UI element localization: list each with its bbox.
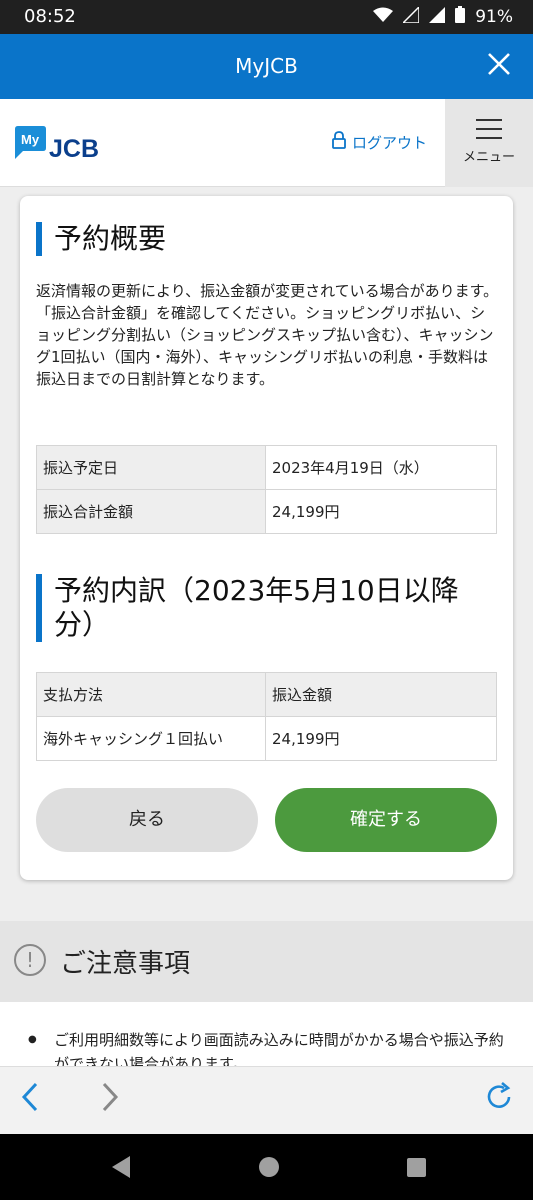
logo-my-text: My xyxy=(21,132,40,147)
payment-method-cell: 海外キャッシング１回払い xyxy=(36,716,266,761)
nav-recents-icon[interactable] xyxy=(407,1158,426,1177)
notice-header[interactable]: ! ご注意事項 xyxy=(0,921,533,1002)
system-nav-bar xyxy=(0,1134,533,1200)
table-row: 海外キャッシング１回払い 24,199円 xyxy=(36,716,497,761)
summary-heading: 予約概要 xyxy=(36,222,166,256)
status-icons: 91% xyxy=(373,4,513,28)
transfer-total-value: 24,199円 xyxy=(265,489,497,534)
transfer-date-label: 振込予定日 xyxy=(36,445,266,490)
close-icon[interactable] xyxy=(487,48,511,82)
status-time: 08:52 xyxy=(24,6,76,27)
breakdown-heading: 予約内訳（2023年5月10日以降分） xyxy=(36,574,476,642)
transfer-total-label: 振込合計金額 xyxy=(36,489,266,534)
summary-table: 振込予定日 2023年4月19日（水） 振込合計金額 24,199円 xyxy=(36,445,497,534)
lock-icon xyxy=(332,131,346,153)
battery-icon xyxy=(455,6,466,28)
chevron-left-icon[interactable] xyxy=(18,1081,42,1122)
back-button[interactable]: 戻る xyxy=(36,788,258,852)
nav-back-icon[interactable] xyxy=(112,1156,130,1178)
nav-home-icon[interactable] xyxy=(259,1157,279,1177)
logout-label: ログアウト xyxy=(352,133,428,152)
battery-percent: 91% xyxy=(475,7,513,27)
logo-brand-text: JCB xyxy=(49,135,99,160)
menu-icon xyxy=(476,119,502,139)
notice-item: ご利用明細数等により画面読み込みに時間がかかる場合や振込予約ができない場合があり… xyxy=(28,1028,508,1066)
app-bar: MyJCB xyxy=(0,34,533,99)
signal-off-icon xyxy=(401,4,420,28)
logout-link[interactable]: ログアウト xyxy=(332,131,427,153)
signal-icon xyxy=(429,6,446,28)
app-title: MyJCB xyxy=(235,54,298,78)
reload-icon[interactable] xyxy=(484,1081,514,1121)
table-row: 振込合計金額 24,199円 xyxy=(36,489,497,534)
table-header-row: 支払方法 振込金額 xyxy=(36,672,497,717)
column-header-method: 支払方法 xyxy=(36,672,266,717)
menu-label: メニュー xyxy=(462,150,515,165)
browser-toolbar xyxy=(0,1066,533,1134)
table-row: 振込予定日 2023年4月19日（水） xyxy=(36,445,497,490)
menu-button[interactable]: メニュー xyxy=(445,99,533,187)
site-header: My JCB ログアウト メニュー xyxy=(0,99,533,187)
breakdown-table: 支払方法 振込金額 海外キャッシング１回払い 24,199円 xyxy=(36,672,497,761)
myjcb-logo[interactable]: My JCB xyxy=(15,126,119,163)
notice-list: ご利用明細数等により画面読み込みに時間がかかる場合や振込予約ができない場合があり… xyxy=(0,1002,533,1066)
summary-description: 返済情報の更新により、振込金額が変更されている場合があります。「振込合計金額」を… xyxy=(36,282,499,388)
transfer-date-value: 2023年4月19日（水） xyxy=(265,445,497,490)
reservation-card: 予約概要 返済情報の更新により、振込金額が変更されている場合があります。「振込合… xyxy=(20,196,513,880)
payment-amount-cell: 24,199円 xyxy=(265,716,497,761)
chevron-right-icon[interactable] xyxy=(98,1081,122,1122)
wifi-icon xyxy=(373,7,394,28)
confirm-button[interactable]: 確定する xyxy=(275,788,497,852)
status-bar: 08:52 91% xyxy=(0,0,533,34)
exclamation-circle-icon: ! xyxy=(14,944,46,976)
notice-title: ご注意事項 xyxy=(60,949,191,979)
column-header-amount: 振込金額 xyxy=(265,672,497,717)
